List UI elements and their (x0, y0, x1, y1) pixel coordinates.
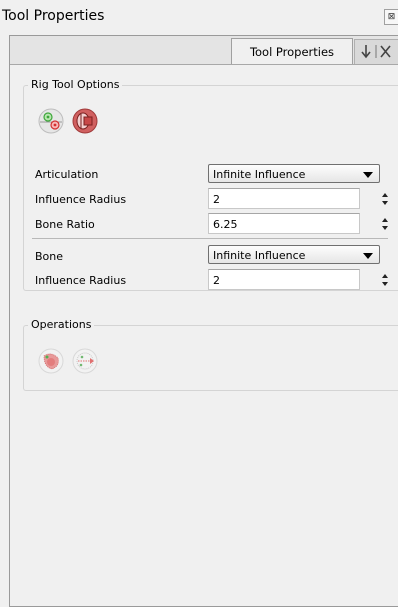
tab-tool-properties[interactable]: Tool Properties (231, 38, 353, 64)
articulation-influence-radius-label: Influence Radius (35, 193, 127, 206)
bone-arrow-operation-icon[interactable] (72, 348, 98, 374)
chevron-down-icon (363, 172, 373, 178)
chevron-down-icon (363, 253, 373, 259)
spinner-arrows-icon[interactable] (381, 193, 389, 205)
spinner-arrows-icon[interactable] (381, 218, 389, 230)
bone-label: Bone (35, 250, 64, 263)
window-title: Tool Properties (2, 8, 105, 24)
red-cluster-operation-icon[interactable] (38, 348, 64, 374)
rig-tool-options-group: Rig Tool Options Articulation Infinite I… (23, 78, 398, 291)
rig-tool-options-label: Rig Tool Options (28, 78, 123, 91)
tab-menu-button[interactable] (354, 39, 398, 64)
tool-properties-panel: Tool Properties Rig Tool Options Articul… (9, 35, 398, 607)
rig-tool-green-icon[interactable] (38, 108, 64, 134)
bone-influence-radius-input[interactable]: 2 (208, 269, 360, 290)
bone-value: Infinite Influence (213, 249, 306, 262)
bone-select[interactable]: Infinite Influence (208, 245, 380, 264)
bone-influence-radius-label: Influence Radius (35, 274, 127, 287)
divider (32, 238, 388, 239)
bone-ratio-input[interactable]: 6.25 (208, 213, 360, 234)
operations-group: Operations (23, 318, 398, 391)
articulation-select[interactable]: Infinite Influence (208, 164, 380, 183)
window-title-bar: Tool Properties ⊠ (0, 0, 398, 35)
tab-bar: Tool Properties (10, 36, 398, 65)
operations-label: Operations (28, 318, 95, 331)
articulation-value: Infinite Influence (213, 168, 306, 181)
rig-tool-red-bone-icon[interactable] (72, 108, 98, 134)
spinner-arrows-icon[interactable] (381, 274, 389, 286)
articulation-label: Articulation (35, 168, 99, 181)
pin-close-icon (361, 45, 391, 59)
bone-ratio-label: Bone Ratio (35, 218, 95, 231)
articulation-influence-radius-input[interactable]: 2 (208, 188, 360, 209)
close-icon[interactable]: ⊠ (384, 9, 398, 25)
